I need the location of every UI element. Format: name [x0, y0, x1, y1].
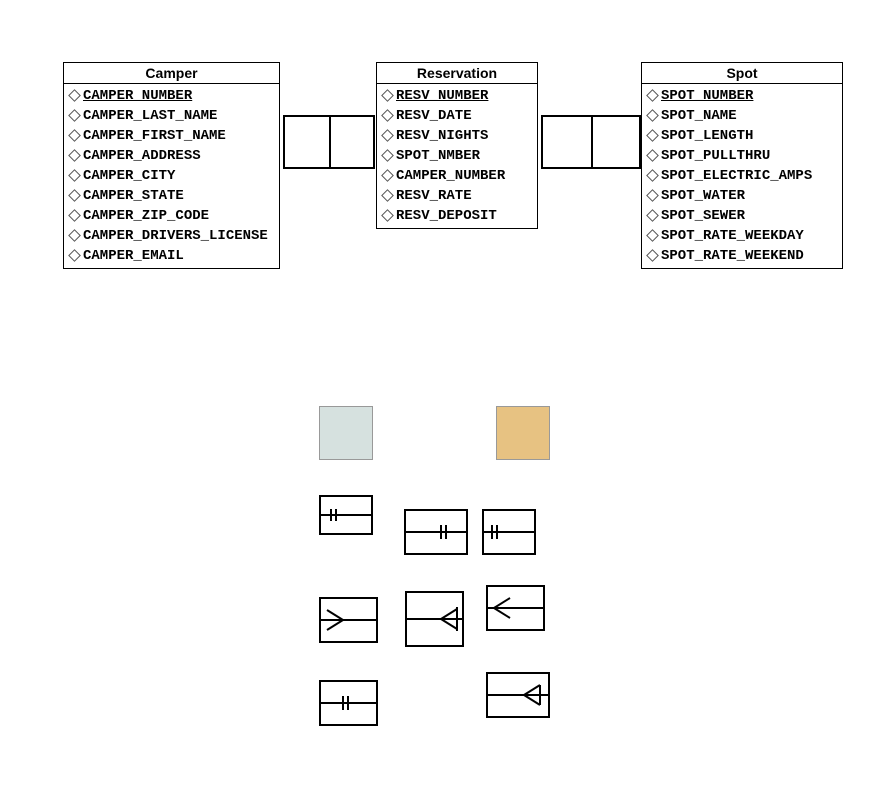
- attr-camper_zip_code: CAMPER_ZIP_CODE: [70, 206, 273, 226]
- attr-resv_nights: RESV_NIGHTS: [383, 126, 531, 146]
- attr-spot_length: SPOT_LENGTH: [648, 126, 836, 146]
- attr-spot_name: SPOT_NAME: [648, 106, 836, 126]
- entity-reservation[interactable]: Reservation RESV_NUMBERRESV_DATERESV_NIG…: [376, 62, 538, 229]
- glyph-one-left[interactable]: [319, 495, 373, 535]
- attr-camper_city: CAMPER_CITY: [70, 166, 273, 186]
- glyph-one-many-right[interactable]: [486, 672, 550, 718]
- glyph-one-right[interactable]: [482, 509, 536, 555]
- attr-camper_number: CAMPER_NUMBER: [70, 86, 273, 106]
- attr-camper_state: CAMPER_STATE: [70, 186, 273, 206]
- entity-attrs: SPOT_NUMBERSPOT_NAMESPOT_LENGTHSPOT_PULL…: [642, 84, 842, 268]
- glyph-many-left[interactable]: [319, 597, 378, 643]
- relation-reservation-spot[interactable]: [541, 115, 641, 169]
- relation-camper-reservation[interactable]: [283, 115, 375, 169]
- glyph-one-center[interactable]: [404, 509, 468, 555]
- attr-camper_email: CAMPER_EMAIL: [70, 246, 273, 266]
- attr-camper_number: CAMPER_NUMBER: [383, 166, 531, 186]
- glyph-many-right[interactable]: [486, 585, 545, 631]
- attr-resv_rate: RESV_RATE: [383, 186, 531, 206]
- attr-resv_date: RESV_DATE: [383, 106, 531, 126]
- attr-camper_last_name: CAMPER_LAST_NAME: [70, 106, 273, 126]
- entity-title: Spot: [642, 63, 842, 84]
- attr-camper_address: CAMPER_ADDRESS: [70, 146, 273, 166]
- attr-camper_first_name: CAMPER_FIRST_NAME: [70, 126, 273, 146]
- attr-resv_number: RESV_NUMBER: [383, 86, 531, 106]
- entity-spot[interactable]: Spot SPOT_NUMBERSPOT_NAMESPOT_LENGTHSPOT…: [641, 62, 843, 269]
- attr-spot_pullthru: SPOT_PULLTHRU: [648, 146, 836, 166]
- attr-spot_water: SPOT_WATER: [648, 186, 836, 206]
- attr-camper_drivers_license: CAMPER_DRIVERS_LICENSE: [70, 226, 273, 246]
- glyph-one-only[interactable]: [319, 680, 378, 726]
- entity-camper[interactable]: Camper CAMPER_NUMBERCAMPER_LAST_NAMECAMP…: [63, 62, 280, 269]
- attr-spot_electric_amps: SPOT_ELECTRIC_AMPS: [648, 166, 836, 186]
- attr-spot_rate_weekday: SPOT_RATE_WEEKDAY: [648, 226, 836, 246]
- attr-spot_sewer: SPOT_SEWER: [648, 206, 836, 226]
- entity-attrs: RESV_NUMBERRESV_DATERESV_NIGHTSSPOT_NMBE…: [377, 84, 537, 228]
- attr-spot_nmber: SPOT_NMBER: [383, 146, 531, 166]
- entity-title: Reservation: [377, 63, 537, 84]
- swatch-tan[interactable]: [496, 406, 550, 460]
- swatch-light[interactable]: [319, 406, 373, 460]
- glyph-many-center[interactable]: [405, 591, 464, 647]
- attr-resv_deposit: RESV_DEPOSIT: [383, 206, 531, 226]
- entity-attrs: CAMPER_NUMBERCAMPER_LAST_NAMECAMPER_FIRS…: [64, 84, 279, 268]
- entity-title: Camper: [64, 63, 279, 84]
- attr-spot_rate_weekend: SPOT_RATE_WEEKEND: [648, 246, 836, 266]
- erd-canvas: Camper CAMPER_NUMBERCAMPER_LAST_NAMECAMP…: [0, 0, 876, 802]
- attr-spot_number: SPOT_NUMBER: [648, 86, 836, 106]
